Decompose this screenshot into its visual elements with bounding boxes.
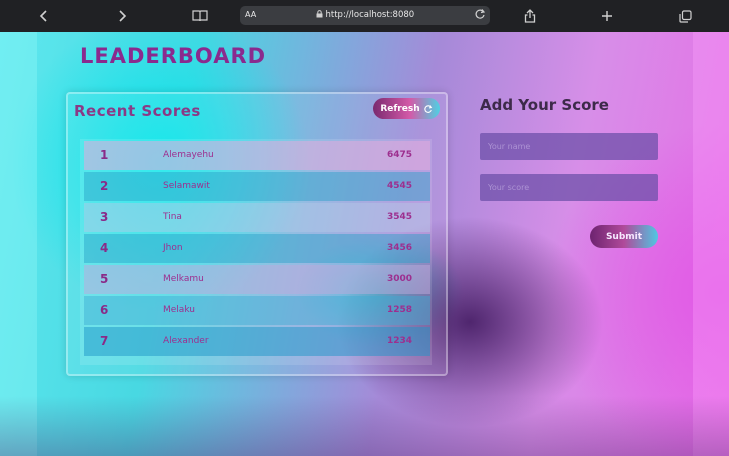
submit-button[interactable]: Submit xyxy=(590,225,658,248)
name-cell: Alemayehu xyxy=(163,150,214,160)
refresh-icon xyxy=(423,104,432,113)
bookmarks-icon[interactable] xyxy=(190,6,210,26)
share-icon[interactable] xyxy=(520,6,540,26)
rank-cell: 1 xyxy=(100,148,109,162)
score-cell: 3545 xyxy=(386,212,412,222)
table-row: 6 Melaku 1258 xyxy=(84,296,430,325)
page-content: LEADERBOARD Recent Scores Refresh 1 Alem… xyxy=(0,32,729,456)
name-cell: Melaku xyxy=(163,305,195,315)
scores-table: 1 Alemayehu 6475 2 Selamawit 4545 3 Tina… xyxy=(80,139,432,365)
name-cell: Alexander xyxy=(163,336,209,346)
rank-cell: 3 xyxy=(100,210,109,224)
tabs-overview-icon[interactable] xyxy=(675,6,695,26)
name-cell: Melkamu xyxy=(163,274,204,284)
refresh-label: Refresh xyxy=(380,103,420,114)
name-input[interactable] xyxy=(480,133,658,160)
rank-cell: 7 xyxy=(100,334,109,348)
score-cell: 3000 xyxy=(386,274,412,284)
score-cell: 6475 xyxy=(386,150,412,160)
rank-cell: 4 xyxy=(100,241,109,255)
recent-scores-card: Recent Scores Refresh 1 Alemayehu 6475 2… xyxy=(66,92,448,376)
back-icon[interactable] xyxy=(34,6,54,26)
score-cell: 1258 xyxy=(386,305,412,315)
table-row: 7 Alexander 1234 xyxy=(84,327,430,356)
reload-icon[interactable] xyxy=(474,8,486,22)
browser-toolbar: AA http://localhost:8080 xyxy=(0,0,729,32)
table-row: 5 Melkamu 3000 xyxy=(84,265,430,294)
page-title: LEADERBOARD xyxy=(80,44,267,68)
refresh-button[interactable]: Refresh xyxy=(373,98,440,119)
forward-icon[interactable] xyxy=(112,6,132,26)
lock-icon xyxy=(316,10,323,18)
url-value: http://localhost:8080 xyxy=(325,10,415,20)
table-row: 2 Selamawit 4545 xyxy=(84,172,430,201)
new-tab-icon[interactable] xyxy=(597,6,617,26)
rank-cell: 5 xyxy=(100,272,109,286)
address-bar[interactable]: AA http://localhost:8080 xyxy=(240,6,490,25)
name-cell: Jhon xyxy=(163,243,183,253)
url-text: http://localhost:8080 xyxy=(240,10,490,20)
score-cell: 1234 xyxy=(386,336,412,346)
score-cell: 4545 xyxy=(386,181,412,191)
score-cell: 3456 xyxy=(386,243,412,253)
rank-cell: 2 xyxy=(100,179,109,193)
add-score-heading: Add Your Score xyxy=(480,96,609,114)
recent-scores-heading: Recent Scores xyxy=(74,102,201,120)
rank-cell: 6 xyxy=(100,303,109,317)
score-input[interactable] xyxy=(480,174,658,201)
table-row: 1 Alemayehu 6475 xyxy=(84,141,430,170)
table-row: 3 Tina 3545 xyxy=(84,203,430,232)
name-cell: Selamawit xyxy=(163,181,210,191)
name-cell: Tina xyxy=(163,212,182,222)
table-row: 4 Jhon 3456 xyxy=(84,234,430,263)
